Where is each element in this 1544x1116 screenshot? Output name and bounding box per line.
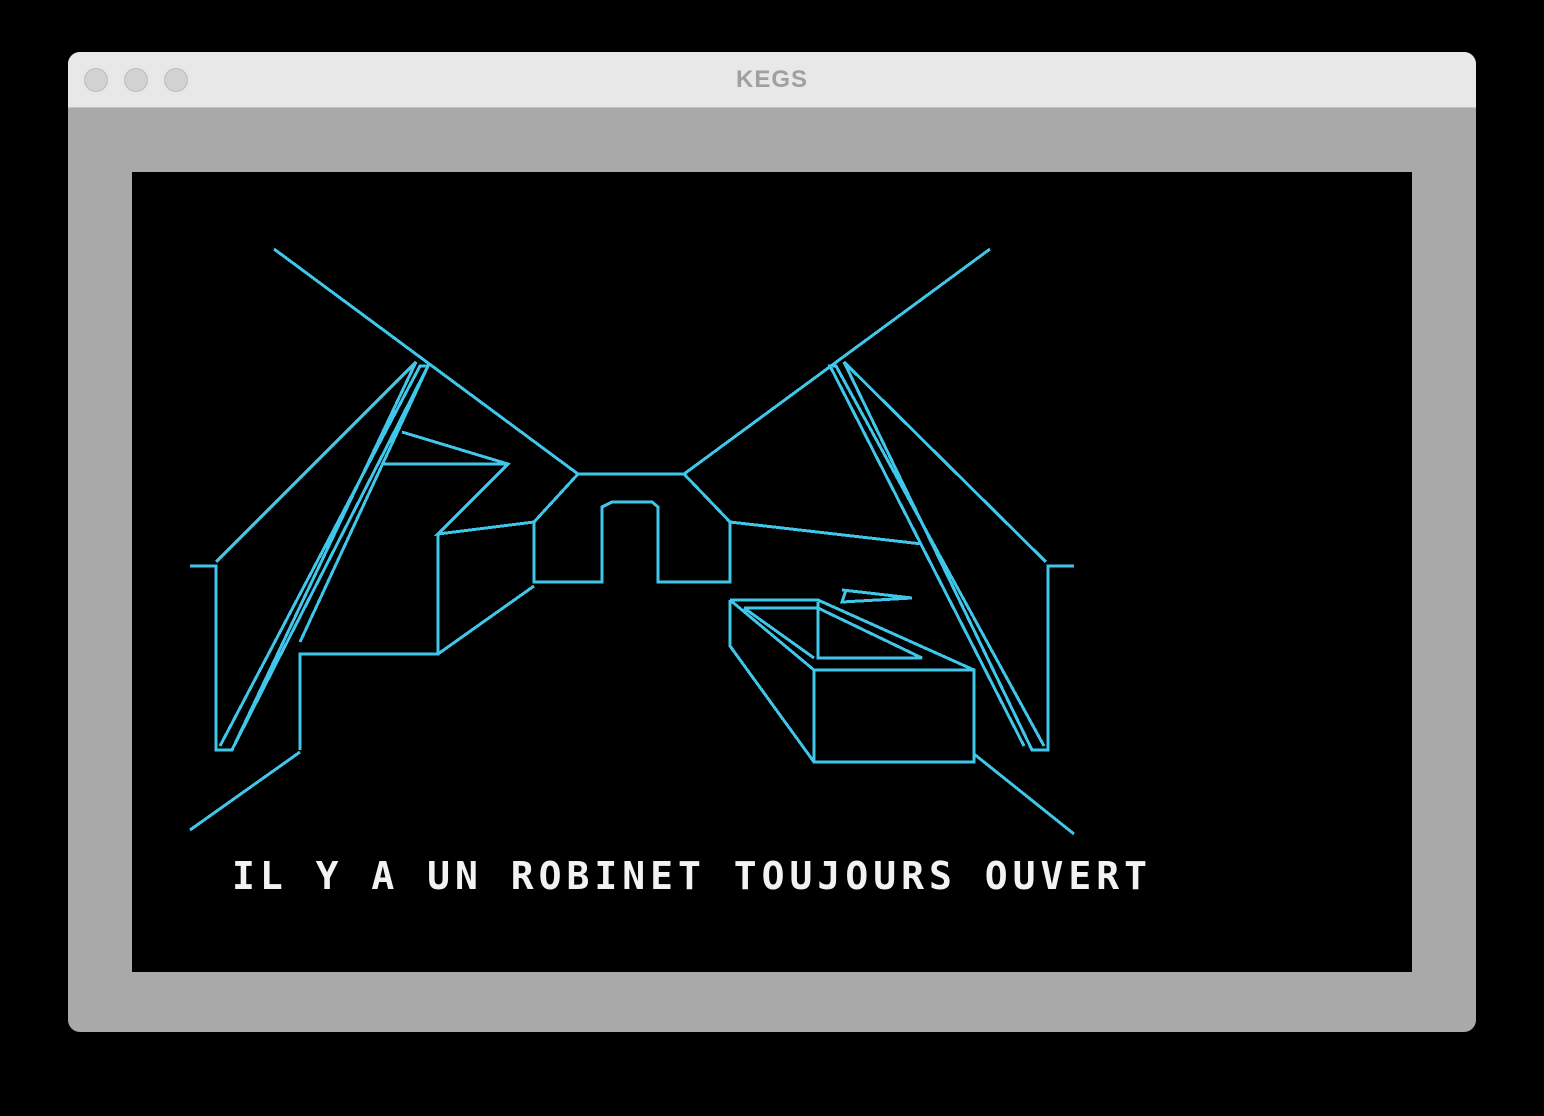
left-wall-panel [190, 360, 418, 752]
emulator-window: KEGS IL Y A UN ROBINET TOUJOURS OUVERT [68, 52, 1476, 1032]
back-left-wall [532, 472, 732, 584]
title-bar[interactable]: KEGS [68, 52, 1476, 108]
left-wall-panel-line [298, 365, 430, 643]
emulator-screen[interactable]: IL Y A UN ROBINET TOUJOURS OUVERT [132, 172, 1412, 972]
sink-left-side [728, 600, 816, 763]
window-title: KEGS [735, 66, 808, 93]
sink-inner-diagonal [743, 606, 815, 660]
right-wall-panel [842, 360, 1074, 752]
game-message: IL Y A UN ROBINET TOUJOURS OUVERT [232, 854, 1152, 898]
sink-front-face [812, 668, 976, 764]
sink-top-inner [744, 602, 923, 660]
left-box-bottom-diagonal [437, 584, 535, 656]
left-box-top [401, 430, 535, 537]
right-ledge [729, 520, 923, 546]
faucet [839, 588, 913, 604]
room-wireframe-scene [189, 247, 1075, 836]
floor-left-edge [189, 750, 301, 832]
floor-right-edge [973, 752, 1075, 836]
sink-top-left [729, 598, 815, 672]
